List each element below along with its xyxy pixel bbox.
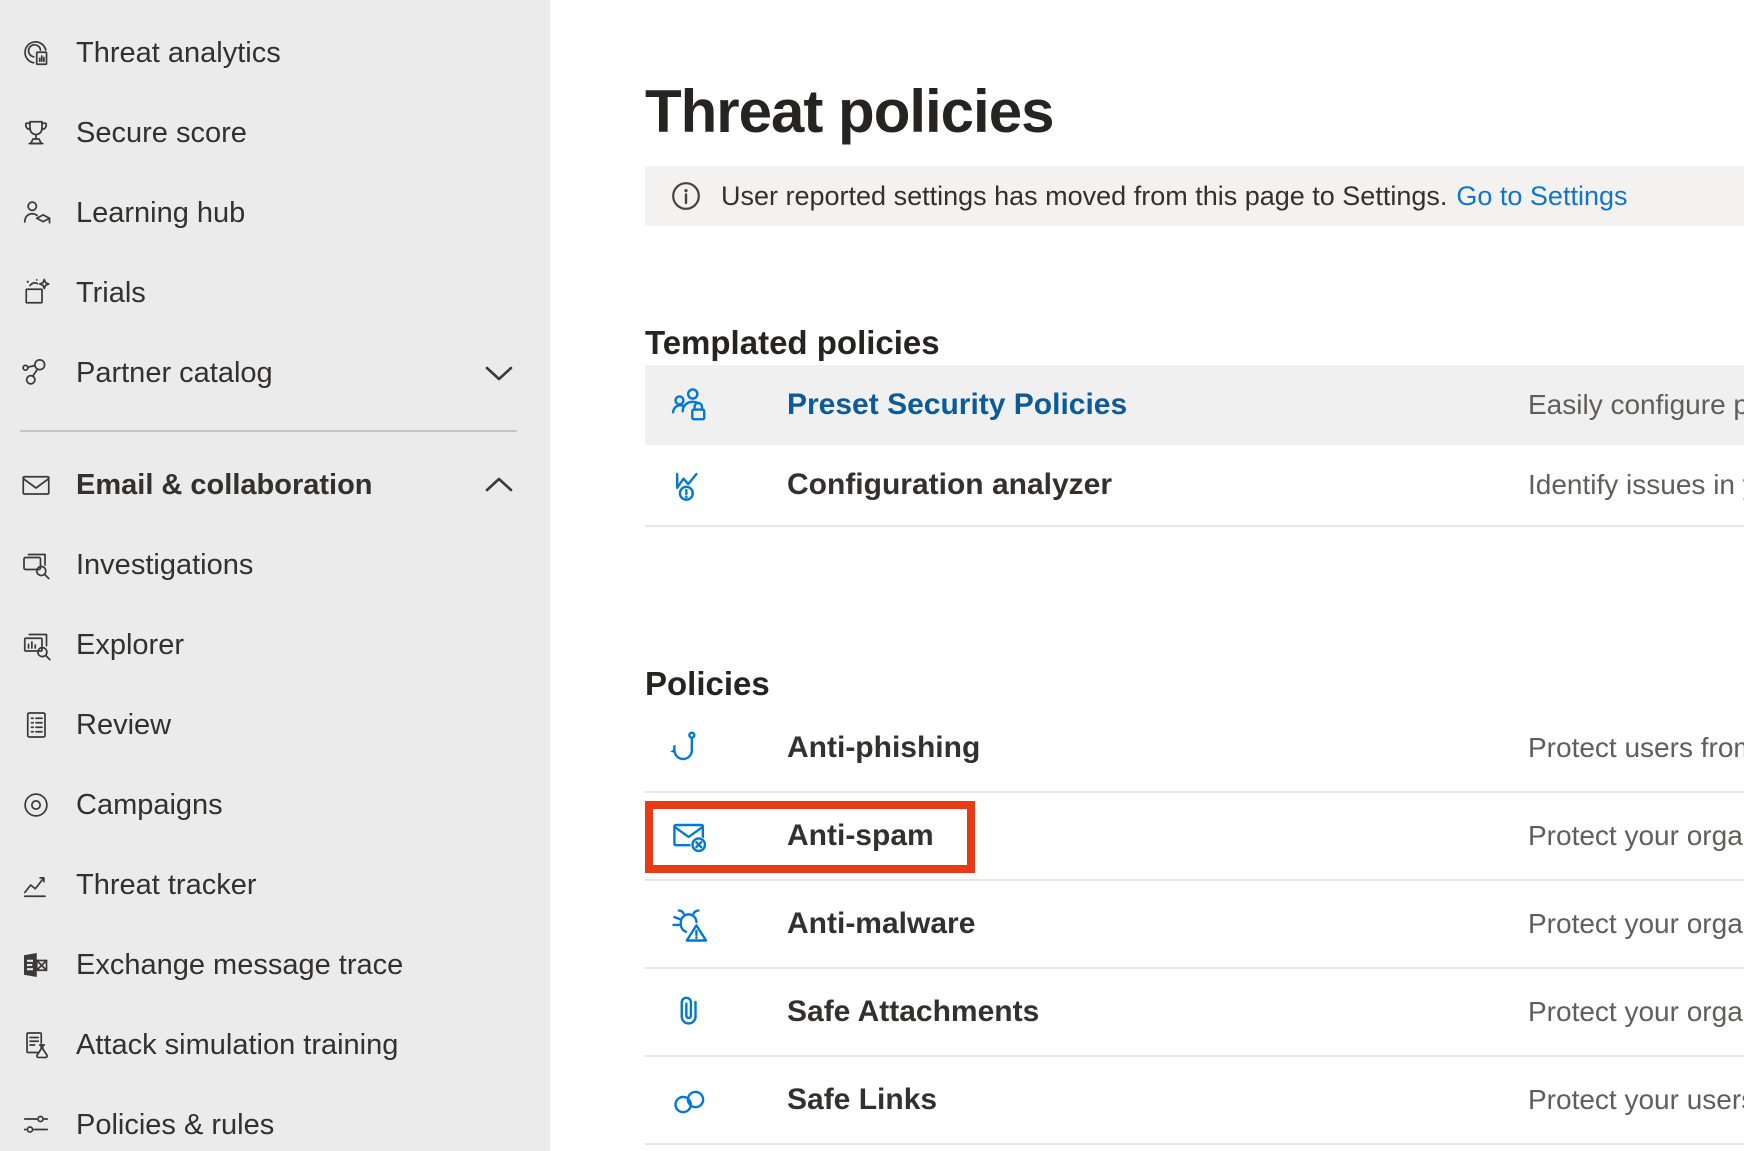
sidebar-item-partner-catalog[interactable]: Partner catalog (0, 333, 550, 413)
chevron-up-icon[interactable] (484, 476, 514, 494)
sidebar: Threat analytics Secure score Learning h… (0, 0, 550, 1151)
sidebar-item-label: Policies & rules (76, 1109, 274, 1142)
sidebar-item-policies-rules[interactable]: Policies & rules (0, 1085, 550, 1151)
row-description: Protect your organiz (1528, 820, 1744, 852)
info-icon (671, 181, 701, 211)
configuration-analyzer-icon (667, 462, 713, 508)
exchange-logo-icon (18, 947, 54, 983)
sidebar-item-explorer[interactable]: Explorer (0, 605, 550, 685)
row-safe-attachments[interactable]: Safe Attachments Protect your organiz (645, 969, 1744, 1057)
banner-text: User reported settings has moved from th… (721, 181, 1447, 212)
anti-spam-envelope-icon (667, 813, 713, 859)
sidebar-item-exchange-message-trace[interactable]: Exchange message trace (0, 925, 550, 1005)
sidebar-item-label: Review (76, 709, 171, 742)
sidebar-item-trials[interactable]: Trials (0, 253, 550, 333)
sidebar-item-learning-hub[interactable]: Learning hub (0, 173, 550, 253)
row-description: Protect your users fr (1528, 1084, 1744, 1116)
main-content: Threat policies User reported settings h… (645, 0, 1744, 1151)
sidebar-item-label: Partner catalog (76, 357, 273, 390)
sidebar-item-investigations[interactable]: Investigations (0, 525, 550, 605)
templated-policies-list: Preset Security Policies Easily configur… (645, 365, 1744, 527)
line-chart-icon (18, 867, 54, 903)
sidebar-item-label: Attack simulation training (76, 1029, 398, 1062)
section-heading-policies: Policies (645, 665, 770, 703)
sidebar-item-label: Secure score (76, 117, 247, 150)
row-description: Easily configure prot (1528, 389, 1744, 421)
row-description: Protect your organiz (1528, 908, 1744, 940)
row-description: Protect your organiz (1528, 996, 1744, 1028)
sidebar-item-campaigns[interactable]: Campaigns (0, 765, 550, 845)
go-to-settings-link[interactable]: Go to Settings (1456, 181, 1627, 212)
sidebar-item-label: Trials (76, 277, 146, 310)
threat-analytics-icon (18, 35, 54, 71)
trials-sparkle-box-icon (18, 275, 54, 311)
row-preset-security-policies[interactable]: Preset Security Policies Easily configur… (645, 365, 1744, 445)
anti-malware-bug-icon (667, 901, 713, 947)
chevron-down-icon[interactable] (484, 364, 514, 382)
investigations-search-icon (18, 547, 54, 583)
sidebar-item-threat-tracker[interactable]: Threat tracker (0, 845, 550, 925)
row-label: Anti-malware (787, 907, 975, 941)
row-configuration-analyzer[interactable]: Configuration analyzer Identify issues i… (645, 445, 1744, 527)
sidebar-item-label: Investigations (76, 549, 253, 582)
security-portal-page: Threat analytics Secure score Learning h… (0, 0, 1744, 1151)
row-anti-spam[interactable]: Anti-spam Protect your organiz (645, 793, 1744, 881)
sidebar-item-secure-score[interactable]: Secure score (0, 93, 550, 173)
explorer-search-icon (18, 627, 54, 663)
trophy-icon (18, 115, 54, 151)
sidebar-item-review[interactable]: Review (0, 685, 550, 765)
campaigns-target-icon (18, 787, 54, 823)
info-banner: User reported settings has moved from th… (645, 166, 1744, 226)
sidebar-divider (20, 430, 517, 432)
sidebar-item-label: Threat analytics (76, 37, 281, 70)
person-graduation-icon (18, 195, 54, 231)
envelope-icon (18, 467, 54, 503)
page-title: Threat policies (645, 76, 1053, 148)
sidebar-item-label: Email & collaboration (76, 469, 373, 502)
section-heading-templated-policies: Templated policies (645, 324, 940, 362)
preset-security-policies-icon (667, 382, 713, 428)
row-label: Safe Links (787, 1083, 937, 1117)
paperclip-icon (667, 989, 713, 1035)
row-description: Protect users from p (1528, 732, 1744, 764)
sidebar-item-attack-simulation-training[interactable]: Attack simulation training (0, 1005, 550, 1085)
row-description: Identify issues in you (1528, 469, 1744, 501)
partner-catalog-icon (18, 355, 54, 391)
row-anti-phishing[interactable]: Anti-phishing Protect users from p (645, 705, 1744, 793)
sidebar-item-label: Threat tracker (76, 869, 257, 902)
row-label: Preset Security Policies (787, 388, 1127, 422)
sidebar-item-label: Explorer (76, 629, 184, 662)
sidebar-item-threat-analytics[interactable]: Threat analytics (0, 13, 550, 93)
sidebar-item-label: Learning hub (76, 197, 245, 230)
row-label: Anti-phishing (787, 731, 980, 765)
sidebar-item-label: Exchange message trace (76, 949, 403, 982)
sidebar-item-label: Campaigns (76, 789, 223, 822)
sidebar-item-email-collaboration[interactable]: Email & collaboration (0, 445, 550, 525)
row-safe-links[interactable]: Safe Links Protect your users fr (645, 1057, 1744, 1145)
policies-list: Anti-phishing Protect users from p Anti-… (645, 705, 1744, 1145)
document-flask-icon (18, 1027, 54, 1063)
row-label: Anti-spam (787, 819, 934, 853)
anti-phishing-hook-icon (667, 725, 713, 771)
safe-links-chain-icon (667, 1077, 713, 1123)
review-list-icon (18, 707, 54, 743)
sliders-icon (18, 1107, 54, 1143)
row-label: Safe Attachments (787, 995, 1039, 1029)
row-label: Configuration analyzer (787, 468, 1112, 502)
row-anti-malware[interactable]: Anti-malware Protect your organiz (645, 881, 1744, 969)
